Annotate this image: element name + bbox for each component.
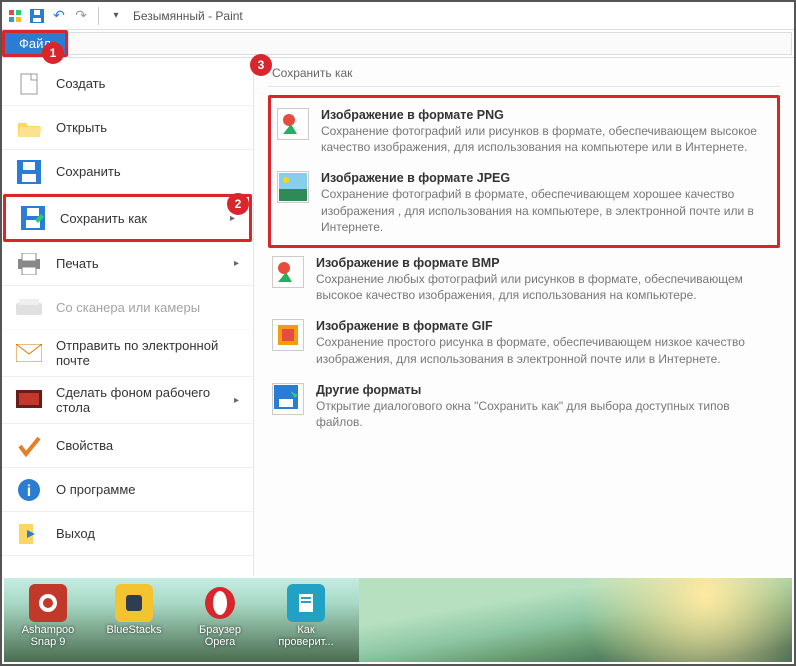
bmp-icon bbox=[272, 256, 304, 288]
save-icon bbox=[16, 159, 42, 185]
check-icon bbox=[16, 433, 42, 459]
bluestacks-icon bbox=[115, 584, 153, 622]
ribbon-blank bbox=[68, 32, 792, 55]
menu-save-as[interactable]: Сохранить как ▸ bbox=[3, 194, 252, 242]
folder-open-icon bbox=[16, 115, 42, 141]
undo-icon[interactable]: ↶ bbox=[50, 7, 68, 25]
menu-create[interactable]: Создать bbox=[2, 62, 253, 106]
menu-open[interactable]: Открыть bbox=[2, 106, 253, 150]
callout-3: 3 bbox=[250, 54, 272, 76]
other-formats-icon bbox=[272, 383, 304, 415]
desktop-icon-ashampoo[interactable]: Ashampoo Snap 9 bbox=[14, 584, 82, 648]
menu-email[interactable]: Отправить по электронной почте bbox=[2, 330, 253, 377]
menu-about[interactable]: i О программе bbox=[2, 468, 253, 512]
save-as-icon bbox=[20, 205, 46, 231]
submenu-header: Сохранить как bbox=[268, 66, 780, 87]
desktop-icon-check[interactable]: Как проверит... bbox=[272, 584, 340, 648]
save-as-submenu: Сохранить как 3 Изображение в формате PN… bbox=[254, 58, 794, 576]
document-icon bbox=[287, 584, 325, 622]
png-icon bbox=[277, 108, 309, 140]
callout-1: 1 bbox=[42, 42, 64, 64]
printer-icon bbox=[16, 251, 42, 277]
redo-icon[interactable]: ↷ bbox=[72, 7, 90, 25]
dropdown-icon[interactable]: ▾ bbox=[107, 7, 125, 25]
file-menu: Создать Открыть Сохранить Сохранить как … bbox=[2, 58, 794, 576]
window-title: Безымянный - Paint bbox=[133, 9, 243, 23]
svg-text:i: i bbox=[27, 483, 31, 500]
menu-save[interactable]: Сохранить bbox=[2, 150, 253, 194]
email-icon bbox=[16, 340, 42, 366]
titlebar: ↶ ↷ ▾ Безымянный - Paint bbox=[2, 2, 794, 30]
chevron-right-icon: ▸ bbox=[234, 395, 239, 406]
ribbon: Файл bbox=[2, 30, 794, 58]
save-icon[interactable] bbox=[28, 7, 46, 25]
format-jpeg[interactable]: Изображение в формате JPEG Сохранение фо… bbox=[273, 163, 775, 243]
menu-properties[interactable]: Свойства bbox=[2, 424, 253, 468]
format-png[interactable]: Изображение в формате PNG Сохранение фот… bbox=[273, 100, 775, 163]
jpeg-icon bbox=[277, 171, 309, 203]
info-icon: i bbox=[16, 477, 42, 503]
new-icon bbox=[16, 71, 42, 97]
menu-print[interactable]: Печать ▸ bbox=[2, 242, 253, 286]
opera-icon bbox=[201, 584, 239, 622]
highlighted-formats: Изображение в формате PNG Сохранение фот… bbox=[268, 95, 780, 248]
chevron-right-icon: ▸ bbox=[234, 258, 239, 269]
app-icon bbox=[6, 7, 24, 25]
format-bmp[interactable]: Изображение в формате BMP Сохранение люб… bbox=[268, 248, 780, 311]
gif-icon bbox=[272, 319, 304, 351]
desktop-icon-bluestacks[interactable]: BlueStacks bbox=[100, 584, 168, 636]
scanner-icon bbox=[16, 295, 42, 321]
desktop-icon bbox=[16, 387, 42, 413]
callout-2: 2 bbox=[227, 193, 249, 215]
format-gif[interactable]: Изображение в формате GIF Сохранение про… bbox=[268, 311, 780, 374]
menu-scanner: Со сканера или камеры bbox=[2, 286, 253, 330]
exit-icon bbox=[16, 521, 42, 547]
menu-set-desktop[interactable]: Сделать фоном рабочего стола ▸ bbox=[2, 377, 253, 424]
quick-access-toolbar: ↶ ↷ ▾ bbox=[6, 7, 125, 25]
ashampoo-icon bbox=[29, 584, 67, 622]
desktop-icon-opera[interactable]: Браузер Opera bbox=[186, 584, 254, 648]
file-menu-left: Создать Открыть Сохранить Сохранить как … bbox=[2, 58, 254, 576]
desktop-taskbar: Ashampoo Snap 9 BlueStacks Браузер Opera… bbox=[4, 578, 792, 662]
menu-exit[interactable]: Выход bbox=[2, 512, 253, 556]
format-other[interactable]: Другие форматы Открытие диалогового окна… bbox=[268, 375, 780, 438]
